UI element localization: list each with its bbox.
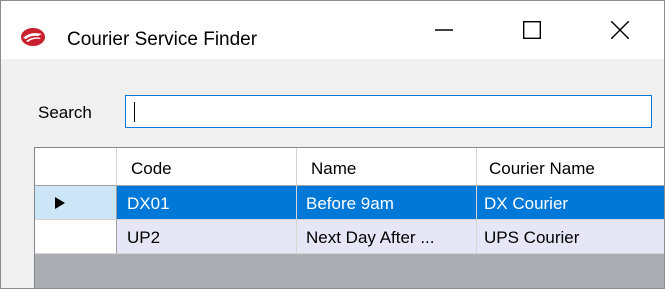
table-cell-code[interactable]: UP2: [117, 220, 297, 254]
current-row-arrow-icon: [55, 197, 65, 209]
maximize-button[interactable]: [488, 1, 576, 59]
minimize-icon: [435, 29, 453, 31]
row-header[interactable]: [35, 220, 117, 254]
table-cell-name[interactable]: Next Day After ...: [297, 220, 477, 254]
column-header-courier-name[interactable]: Courier Name: [477, 148, 664, 186]
table-cell-courier[interactable]: DX Courier: [477, 186, 664, 220]
table-cell-code[interactable]: DX01: [117, 186, 297, 220]
column-header-label: Code: [131, 159, 172, 178]
column-header-code[interactable]: Code: [117, 148, 297, 186]
search-input[interactable]: [125, 95, 652, 128]
row-header[interactable]: [35, 186, 117, 220]
results-grid[interactable]: Code Name Courier Name DX01 Before 9am D…: [34, 147, 664, 288]
cell-text: DX Courier: [484, 194, 569, 213]
cell-text: Before 9am: [306, 194, 394, 213]
column-header-label: Name: [311, 159, 357, 178]
title-bar[interactable]: Courier Service Finder: [1, 1, 664, 59]
cell-text: UP2: [127, 228, 161, 247]
table-cell-name[interactable]: Before 9am: [297, 186, 477, 220]
app-window: Courier Service Finder Search Code Name …: [0, 0, 665, 289]
courier-logo-icon: [20, 27, 46, 47]
column-header-name[interactable]: Name: [297, 148, 477, 186]
minimize-button[interactable]: [400, 1, 488, 59]
column-header-label: Courier Name: [489, 159, 595, 178]
window-title: Courier Service Finder: [67, 29, 258, 50]
maximize-icon: [523, 21, 541, 39]
cell-text: UPS Courier: [484, 228, 580, 247]
cell-text: DX01: [127, 194, 170, 213]
close-button[interactable]: [576, 1, 664, 59]
table-cell-courier[interactable]: UPS Courier: [477, 220, 664, 254]
close-icon: [611, 21, 629, 39]
search-label: Search: [38, 103, 92, 122]
text-caret: [134, 102, 135, 122]
cell-text: Next Day After ...: [306, 228, 435, 247]
grid-corner-header[interactable]: [35, 148, 117, 186]
